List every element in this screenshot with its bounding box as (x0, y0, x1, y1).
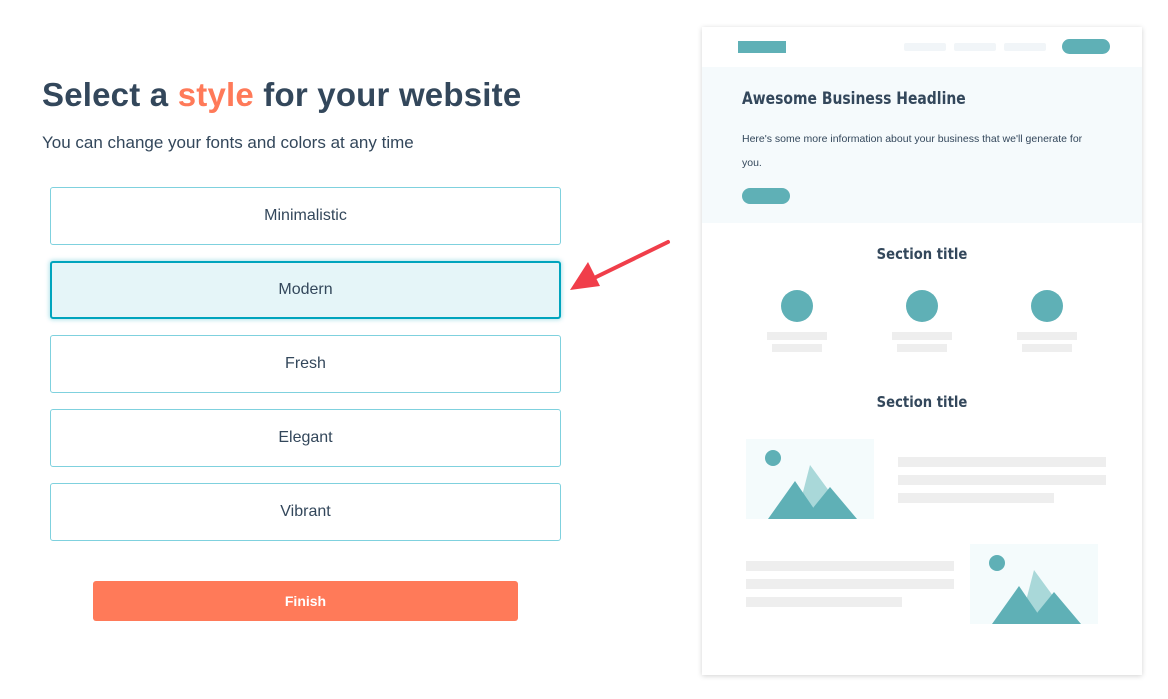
title-part-1: Select a (42, 76, 178, 113)
preview-hero-button (742, 188, 790, 204)
title-accent-word: style (177, 76, 254, 113)
preview-logo-placeholder (738, 41, 786, 53)
preview-text-placeholder (746, 561, 954, 571)
preview-text-placeholder (1017, 332, 1077, 340)
preview-text-placeholder (898, 475, 1106, 485)
preview-section-title: Section title (876, 245, 968, 263)
preview-nav-link (1004, 43, 1046, 51)
preview-text-placeholder (746, 597, 902, 607)
preview-feature-icon (781, 290, 813, 322)
page-title: Select a style for your website (42, 76, 521, 114)
page-subtitle: You can change your fonts and colors at … (42, 133, 414, 152)
preview-text-placeholder (898, 493, 1054, 503)
preview-feature (767, 290, 827, 352)
preview-text-placeholder (898, 457, 1106, 467)
preview-feature-icon (906, 290, 938, 322)
style-option-fresh[interactable]: Fresh (50, 335, 561, 393)
style-option-modern[interactable]: Modern (50, 261, 561, 319)
preview-text-placeholder (1022, 344, 1072, 352)
website-preview: Awesome Business Headline Here's some mo… (702, 27, 1142, 675)
style-options-list: Minimalistic Modern Fresh Elegant Vibran… (50, 187, 561, 557)
preview-nav-link (904, 43, 946, 51)
preview-text-placeholder (772, 344, 822, 352)
style-option-minimalistic[interactable]: Minimalistic (50, 187, 561, 245)
pointer-arrow-icon (570, 240, 670, 290)
preview-nav-link (954, 43, 996, 51)
preview-feature (892, 290, 952, 352)
preview-text-placeholder (897, 344, 947, 352)
style-option-vibrant[interactable]: Vibrant (50, 483, 561, 541)
preview-hero: Awesome Business Headline Here's some mo… (702, 67, 1142, 223)
preview-text-placeholder (767, 332, 827, 340)
finish-button[interactable]: Finish (93, 581, 518, 621)
preview-navbar (702, 27, 1142, 67)
preview-text-placeholder (892, 332, 952, 340)
mountain-image-icon (746, 439, 874, 519)
preview-feature (1017, 290, 1077, 352)
preview-headline: Awesome Business Headline (742, 89, 966, 109)
preview-subtext: Here's some more information about your … (742, 133, 1083, 169)
title-part-2: for your website (253, 76, 522, 113)
mountain-image-icon (970, 544, 1098, 624)
preview-nav-button (1062, 39, 1110, 54)
preview-section-title: Section title (876, 393, 968, 411)
style-option-elegant[interactable]: Elegant (50, 409, 561, 467)
preview-text-placeholder (746, 579, 954, 589)
preview-feature-icon (1031, 290, 1063, 322)
